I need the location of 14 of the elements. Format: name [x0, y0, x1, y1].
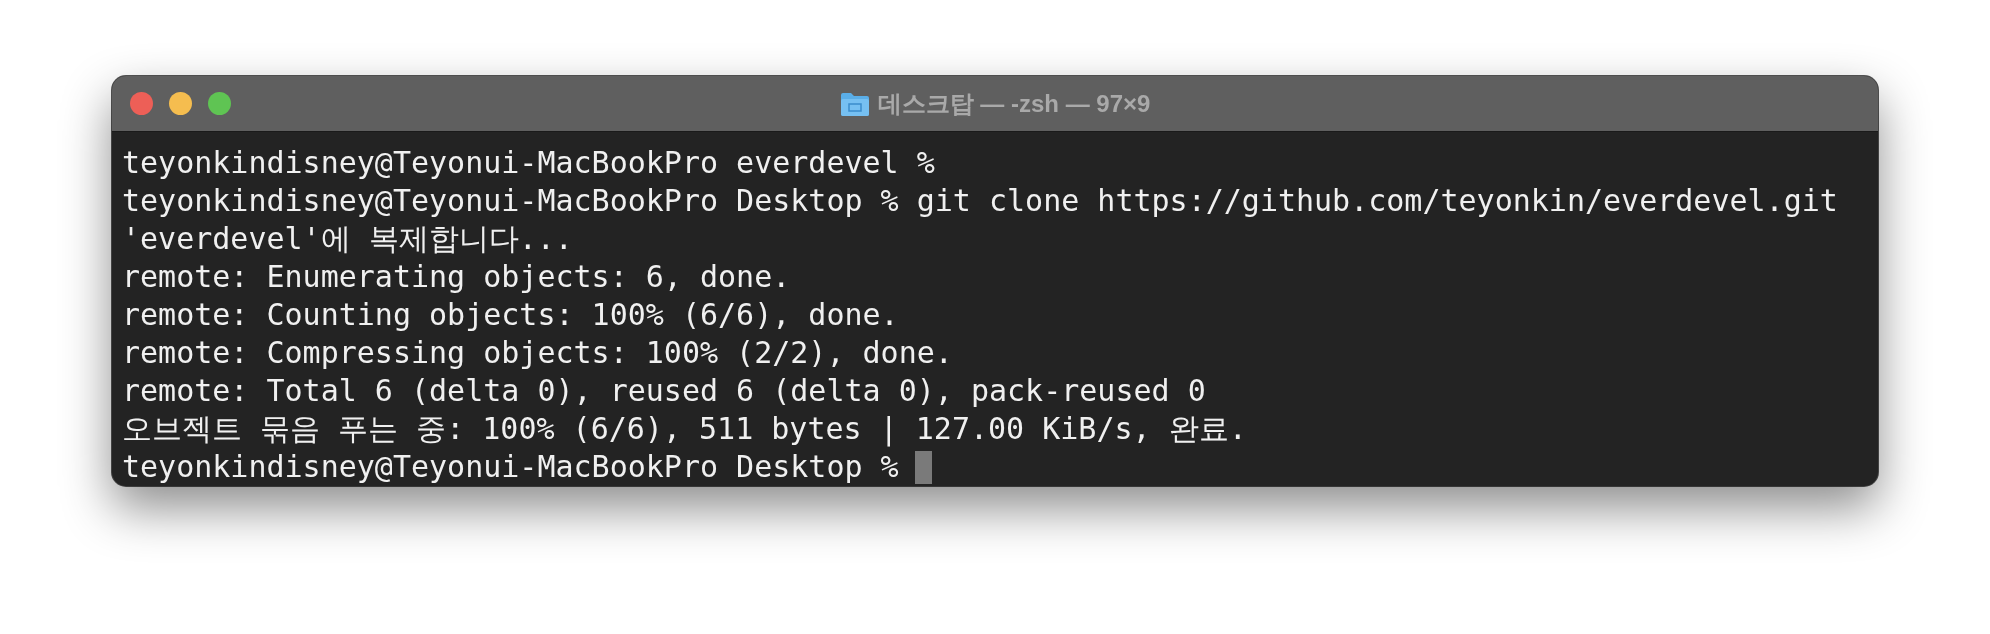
- terminal-line: teyonkindisney@Teyonui-MacBookPro everdevel %: [122, 144, 935, 182]
- terminal-line: remote: Total 6 (delta 0), reused 6 (delta 0), pack-reused 0: [122, 372, 1206, 410]
- terminal-line: remote: Compressing objects: 100% (2/2), done.: [122, 334, 953, 372]
- terminal-line: 'everdevel'에 복제합니다...: [122, 220, 573, 258]
- window-title: 데스크탑 — -zsh — 97×9: [877, 88, 1151, 119]
- terminal-line: teyonkindisney@Teyonui-MacBookPro Desktop %: [122, 448, 899, 486]
- folder-icon: [839, 90, 870, 117]
- zoom-button[interactable]: [208, 92, 231, 115]
- close-button[interactable]: [130, 92, 153, 115]
- terminal-line: 오브젝트 묶음 푸는 중: 100% (6/6), 511 bytes | 127.00 KiB/s, 완료.: [122, 410, 1247, 448]
- minimize-button[interactable]: [169, 92, 192, 115]
- terminal-line: teyonkindisney@Teyonui-MacBookPro Desktop % git clone https://github.com/teyonkin/everdevel.git: [122, 182, 1838, 220]
- terminal-line: remote: Counting objects: 100% (6/6), done.: [122, 296, 899, 334]
- terminal-line: remote: Enumerating objects: 6, done.: [122, 258, 791, 296]
